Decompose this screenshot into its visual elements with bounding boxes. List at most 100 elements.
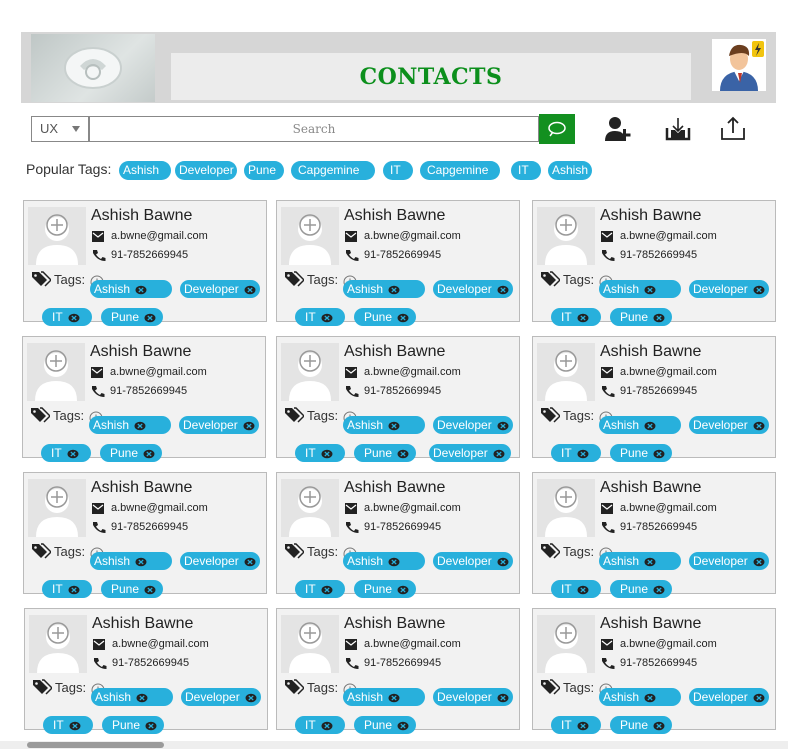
contact-tag[interactable]: Developer (433, 688, 513, 706)
remove-tag-icon[interactable] (244, 557, 256, 567)
avatar-placeholder[interactable] (28, 479, 86, 537)
remove-tag-icon[interactable] (644, 421, 656, 431)
contact-tag[interactable]: Developer (433, 552, 513, 570)
remove-tag-icon[interactable] (653, 721, 665, 731)
contact-tag[interactable]: IT (295, 308, 345, 326)
remove-tag-icon[interactable] (397, 313, 409, 323)
remove-tag-icon[interactable] (493, 449, 505, 459)
remove-tag-icon[interactable] (577, 721, 589, 731)
remove-tag-icon[interactable] (397, 721, 409, 731)
contact-tag[interactable]: Ashish (343, 552, 425, 570)
contact-email[interactable]: a.bwne@gmail.com (364, 638, 461, 650)
remove-tag-icon[interactable] (577, 449, 589, 459)
contact-card[interactable]: Ashish Bawne a.bwne@gmail.com 91-785266994… (23, 200, 267, 326)
contact-tag[interactable]: Pune (354, 716, 416, 734)
avatar-placeholder[interactable] (537, 207, 595, 265)
remove-tag-icon[interactable] (397, 585, 409, 595)
contact-tag[interactable]: Developer (433, 416, 513, 434)
popular-tag[interactable]: IT (383, 161, 413, 180)
contact-tag[interactable]: Ashish (91, 688, 173, 706)
avatar-placeholder[interactable] (537, 343, 595, 401)
avatar-placeholder[interactable] (537, 479, 595, 537)
contact-tag[interactable]: Ashish (343, 688, 425, 706)
remove-tag-icon[interactable] (653, 449, 665, 459)
user-profile-icon[interactable] (712, 39, 766, 91)
contact-tag[interactable]: Developer (689, 688, 769, 706)
contact-tag[interactable]: Developer (689, 280, 769, 298)
contact-tag[interactable]: IT (41, 444, 91, 462)
import-button[interactable] (663, 114, 693, 144)
remove-tag-icon[interactable] (753, 285, 765, 295)
avatar-placeholder[interactable] (537, 615, 595, 673)
popular-tag[interactable]: Ashish (119, 161, 171, 180)
remove-tag-icon[interactable] (144, 585, 156, 595)
remove-tag-icon[interactable] (577, 313, 589, 323)
contact-tag[interactable]: Ashish (90, 280, 172, 298)
remove-tag-icon[interactable] (497, 693, 509, 703)
contact-tag[interactable]: IT (551, 716, 601, 734)
contact-tag[interactable]: Pune (354, 580, 416, 598)
remove-tag-icon[interactable] (243, 421, 255, 431)
contact-email[interactable]: a.bwne@gmail.com (620, 230, 717, 242)
contact-email[interactable]: a.bwne@gmail.com (364, 502, 461, 514)
remove-tag-icon[interactable] (135, 557, 147, 567)
remove-tag-icon[interactable] (134, 421, 146, 431)
contact-tag[interactable]: Developer (180, 280, 260, 298)
contact-tag[interactable]: Pune (610, 444, 672, 462)
contact-tag[interactable]: IT (295, 716, 345, 734)
avatar-placeholder[interactable] (28, 207, 86, 265)
contact-phone[interactable]: 91-7852669945 (364, 385, 441, 397)
remove-tag-icon[interactable] (145, 721, 157, 731)
remove-tag-icon[interactable] (69, 721, 81, 731)
contact-phone[interactable]: 91-7852669945 (112, 657, 189, 669)
remove-tag-icon[interactable] (144, 313, 156, 323)
remove-tag-icon[interactable] (644, 557, 656, 567)
contact-tag[interactable]: Developer (179, 416, 259, 434)
contact-phone[interactable]: 91-7852669945 (364, 521, 441, 533)
remove-tag-icon[interactable] (397, 449, 409, 459)
popular-tag[interactable]: Pune (244, 161, 284, 180)
contact-tag[interactable]: IT (43, 716, 93, 734)
contact-phone[interactable]: 91-7852669945 (110, 385, 187, 397)
search-button[interactable] (539, 114, 575, 144)
avatar-placeholder[interactable] (27, 343, 85, 401)
contact-phone[interactable]: 91-7852669945 (620, 385, 697, 397)
remove-tag-icon[interactable] (497, 421, 509, 431)
remove-tag-icon[interactable] (321, 585, 333, 595)
contact-tag[interactable]: Developer (180, 552, 260, 570)
contact-phone[interactable]: 91-7852669945 (620, 657, 697, 669)
remove-tag-icon[interactable] (388, 693, 400, 703)
contact-email[interactable]: a.bwne@gmail.com (364, 366, 461, 378)
contact-phone[interactable]: 91-7852669945 (620, 521, 697, 533)
contact-tag[interactable]: Ashish (599, 416, 681, 434)
contact-tag[interactable]: IT (551, 580, 601, 598)
contact-tag[interactable]: IT (295, 580, 345, 598)
contact-card[interactable]: Ashish Bawne a.bwne@gmail.com 91-785266994… (532, 200, 776, 326)
contact-tag[interactable]: IT (42, 580, 92, 598)
contact-email[interactable]: a.bwne@gmail.com (111, 502, 208, 514)
contact-tag[interactable]: Developer (433, 280, 513, 298)
avatar-placeholder[interactable] (281, 479, 339, 537)
contact-tag[interactable]: IT (295, 444, 345, 462)
avatar-placeholder[interactable] (281, 615, 339, 673)
contact-card[interactable]: Ashish Bawne a.bwne@gmail.com 91-785266994… (532, 608, 776, 734)
remove-tag-icon[interactable] (245, 693, 257, 703)
contact-tag[interactable]: Ashish (343, 280, 425, 298)
remove-tag-icon[interactable] (653, 313, 665, 323)
contact-email[interactable]: a.bwne@gmail.com (364, 230, 461, 242)
search-input[interactable]: Search (89, 116, 539, 142)
remove-tag-icon[interactable] (753, 693, 765, 703)
contact-card[interactable]: Ashish Bawne a.bwne@gmail.com 91-785266994… (276, 336, 520, 462)
remove-tag-icon[interactable] (136, 693, 148, 703)
avatar-placeholder[interactable] (29, 615, 87, 673)
contact-card[interactable]: Ashish Bawne a.bwne@gmail.com 91-785266994… (23, 472, 267, 598)
contact-tag[interactable]: Pune (354, 444, 416, 462)
remove-tag-icon[interactable] (321, 721, 333, 731)
remove-tag-icon[interactable] (321, 313, 333, 323)
contact-tag[interactable]: IT (42, 308, 92, 326)
remove-tag-icon[interactable] (644, 285, 656, 295)
contact-tag[interactable]: Ashish (343, 416, 425, 434)
contact-card[interactable]: Ashish Bawne a.bwne@gmail.com 91-785266994… (276, 472, 520, 598)
remove-tag-icon[interactable] (67, 449, 79, 459)
contact-tag[interactable]: IT (551, 444, 601, 462)
